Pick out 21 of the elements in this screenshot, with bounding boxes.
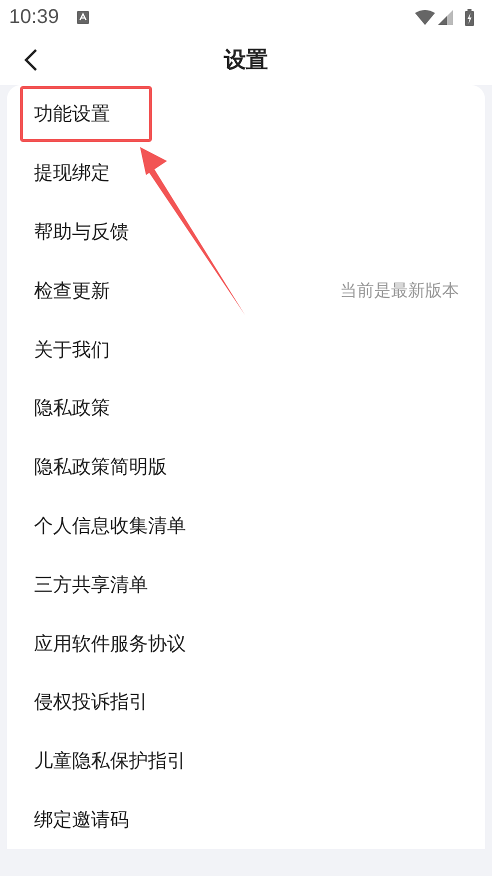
- settings-item[interactable]: 关于我们: [7, 320, 485, 379]
- settings-item[interactable]: 儿童隐私保护指引: [7, 732, 485, 791]
- keyboard-icon: [77, 10, 90, 24]
- settings-item[interactable]: 隐私政策简明版: [7, 438, 485, 497]
- version-status: 当前是最新版本: [340, 280, 459, 302]
- settings-item[interactable]: 应用软件服务协议: [7, 614, 485, 673]
- settings-item[interactable]: 绑定邀请码: [7, 790, 485, 850]
- page-title: 设置: [224, 46, 268, 74]
- wifi-icon: [415, 10, 435, 24]
- settings-item[interactable]: 侵权投诉指引: [7, 672, 485, 732]
- settings-item[interactable]: 帮助与反馈: [7, 202, 485, 262]
- settings-item[interactable]: 三方共享清单: [7, 555, 485, 614]
- back-icon: [24, 48, 38, 72]
- settings-item[interactable]: 功能设置: [7, 85, 485, 144]
- signal-icon: [438, 10, 453, 24]
- settings-item[interactable]: 个人信息收集清单: [7, 496, 485, 556]
- status-time: 10:39: [9, 6, 60, 28]
- battery-icon: [465, 8, 474, 26]
- settings-item[interactable]: 检查更新 当前是最新版本: [7, 261, 485, 320]
- settings-item[interactable]: 提现绑定: [7, 144, 485, 203]
- settings-item[interactable]: 隐私政策: [7, 378, 485, 438]
